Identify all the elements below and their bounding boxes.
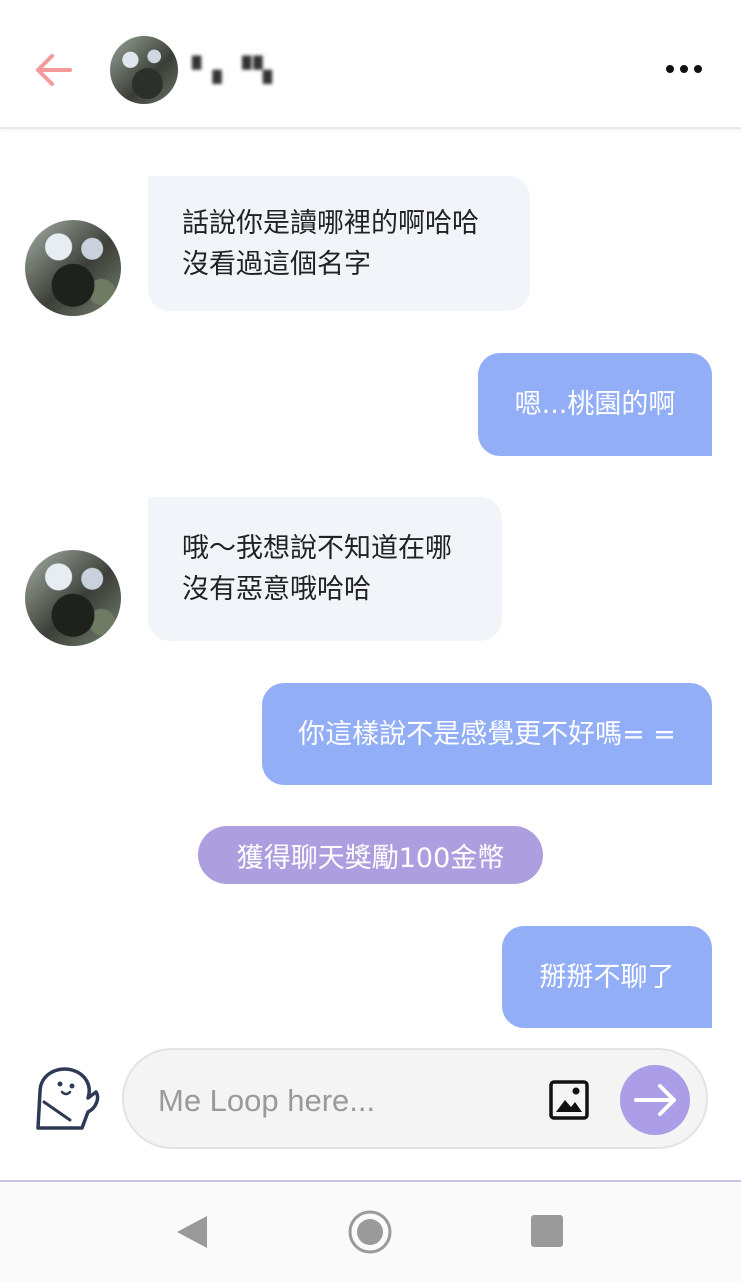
message-text: 你這樣說不是感覺更不好嗎= = (298, 718, 676, 750)
back-button[interactable] (30, 48, 78, 92)
system-nav-bar (0, 1180, 741, 1282)
attach-image-button[interactable] (549, 1080, 589, 1120)
menu-dot (694, 65, 702, 73)
arrow-left-icon (36, 54, 72, 86)
incoming-message: 哦～我想說不知道在哪 沒有惡意哦哈哈 (148, 497, 502, 641)
nav-recents-button[interactable] (531, 1215, 563, 1247)
message-input[interactable] (156, 1072, 520, 1130)
triangle-back-icon (177, 1216, 207, 1248)
message-line: 沒有惡意哦哈哈 (182, 574, 371, 605)
message-line: 哦～我想說不知道在哪 (182, 533, 452, 564)
nav-home-button[interactable] (347, 1209, 393, 1259)
mascot-icon (36, 1067, 100, 1130)
message-line: 沒看過這個名字 (182, 248, 371, 280)
outgoing-message: 掰掰不聊了 (502, 926, 712, 1028)
mascot-button[interactable] (30, 1062, 102, 1134)
more-dots-icon (666, 65, 674, 73)
menu-dot (680, 65, 688, 73)
send-button[interactable] (620, 1065, 690, 1135)
more-menu-button[interactable] (662, 60, 706, 80)
message-line: 話說你是讀哪裡的啊哈哈 (182, 207, 479, 239)
outgoing-message: 你這樣說不是感覺更不好嗎= = (262, 683, 712, 785)
contact-name[interactable]: ▘▖▝▚ (192, 56, 274, 84)
sender-avatar[interactable] (25, 550, 121, 646)
circle-home-icon (348, 1210, 392, 1254)
image-icon (549, 1080, 589, 1120)
arrow-right-icon (634, 1084, 676, 1116)
sender-avatar[interactable] (25, 220, 121, 316)
chat-header: ▘▖▝▚ (0, 0, 741, 129)
message-text: 掰掰不聊了 (539, 961, 675, 993)
contact-avatar[interactable] (110, 36, 178, 104)
reward-text: 獲得聊天獎勵100金幣 (236, 842, 505, 874)
reward-notice: 獲得聊天獎勵100金幣 (198, 826, 543, 884)
message-composer (122, 1048, 708, 1149)
nav-back-button[interactable] (175, 1214, 209, 1254)
message-text: 嗯...桃園的啊 (514, 389, 676, 420)
incoming-message: 話說你是讀哪裡的啊哈哈 沒看過這個名字 (148, 176, 530, 311)
outgoing-message: 嗯...桃園的啊 (478, 353, 712, 456)
